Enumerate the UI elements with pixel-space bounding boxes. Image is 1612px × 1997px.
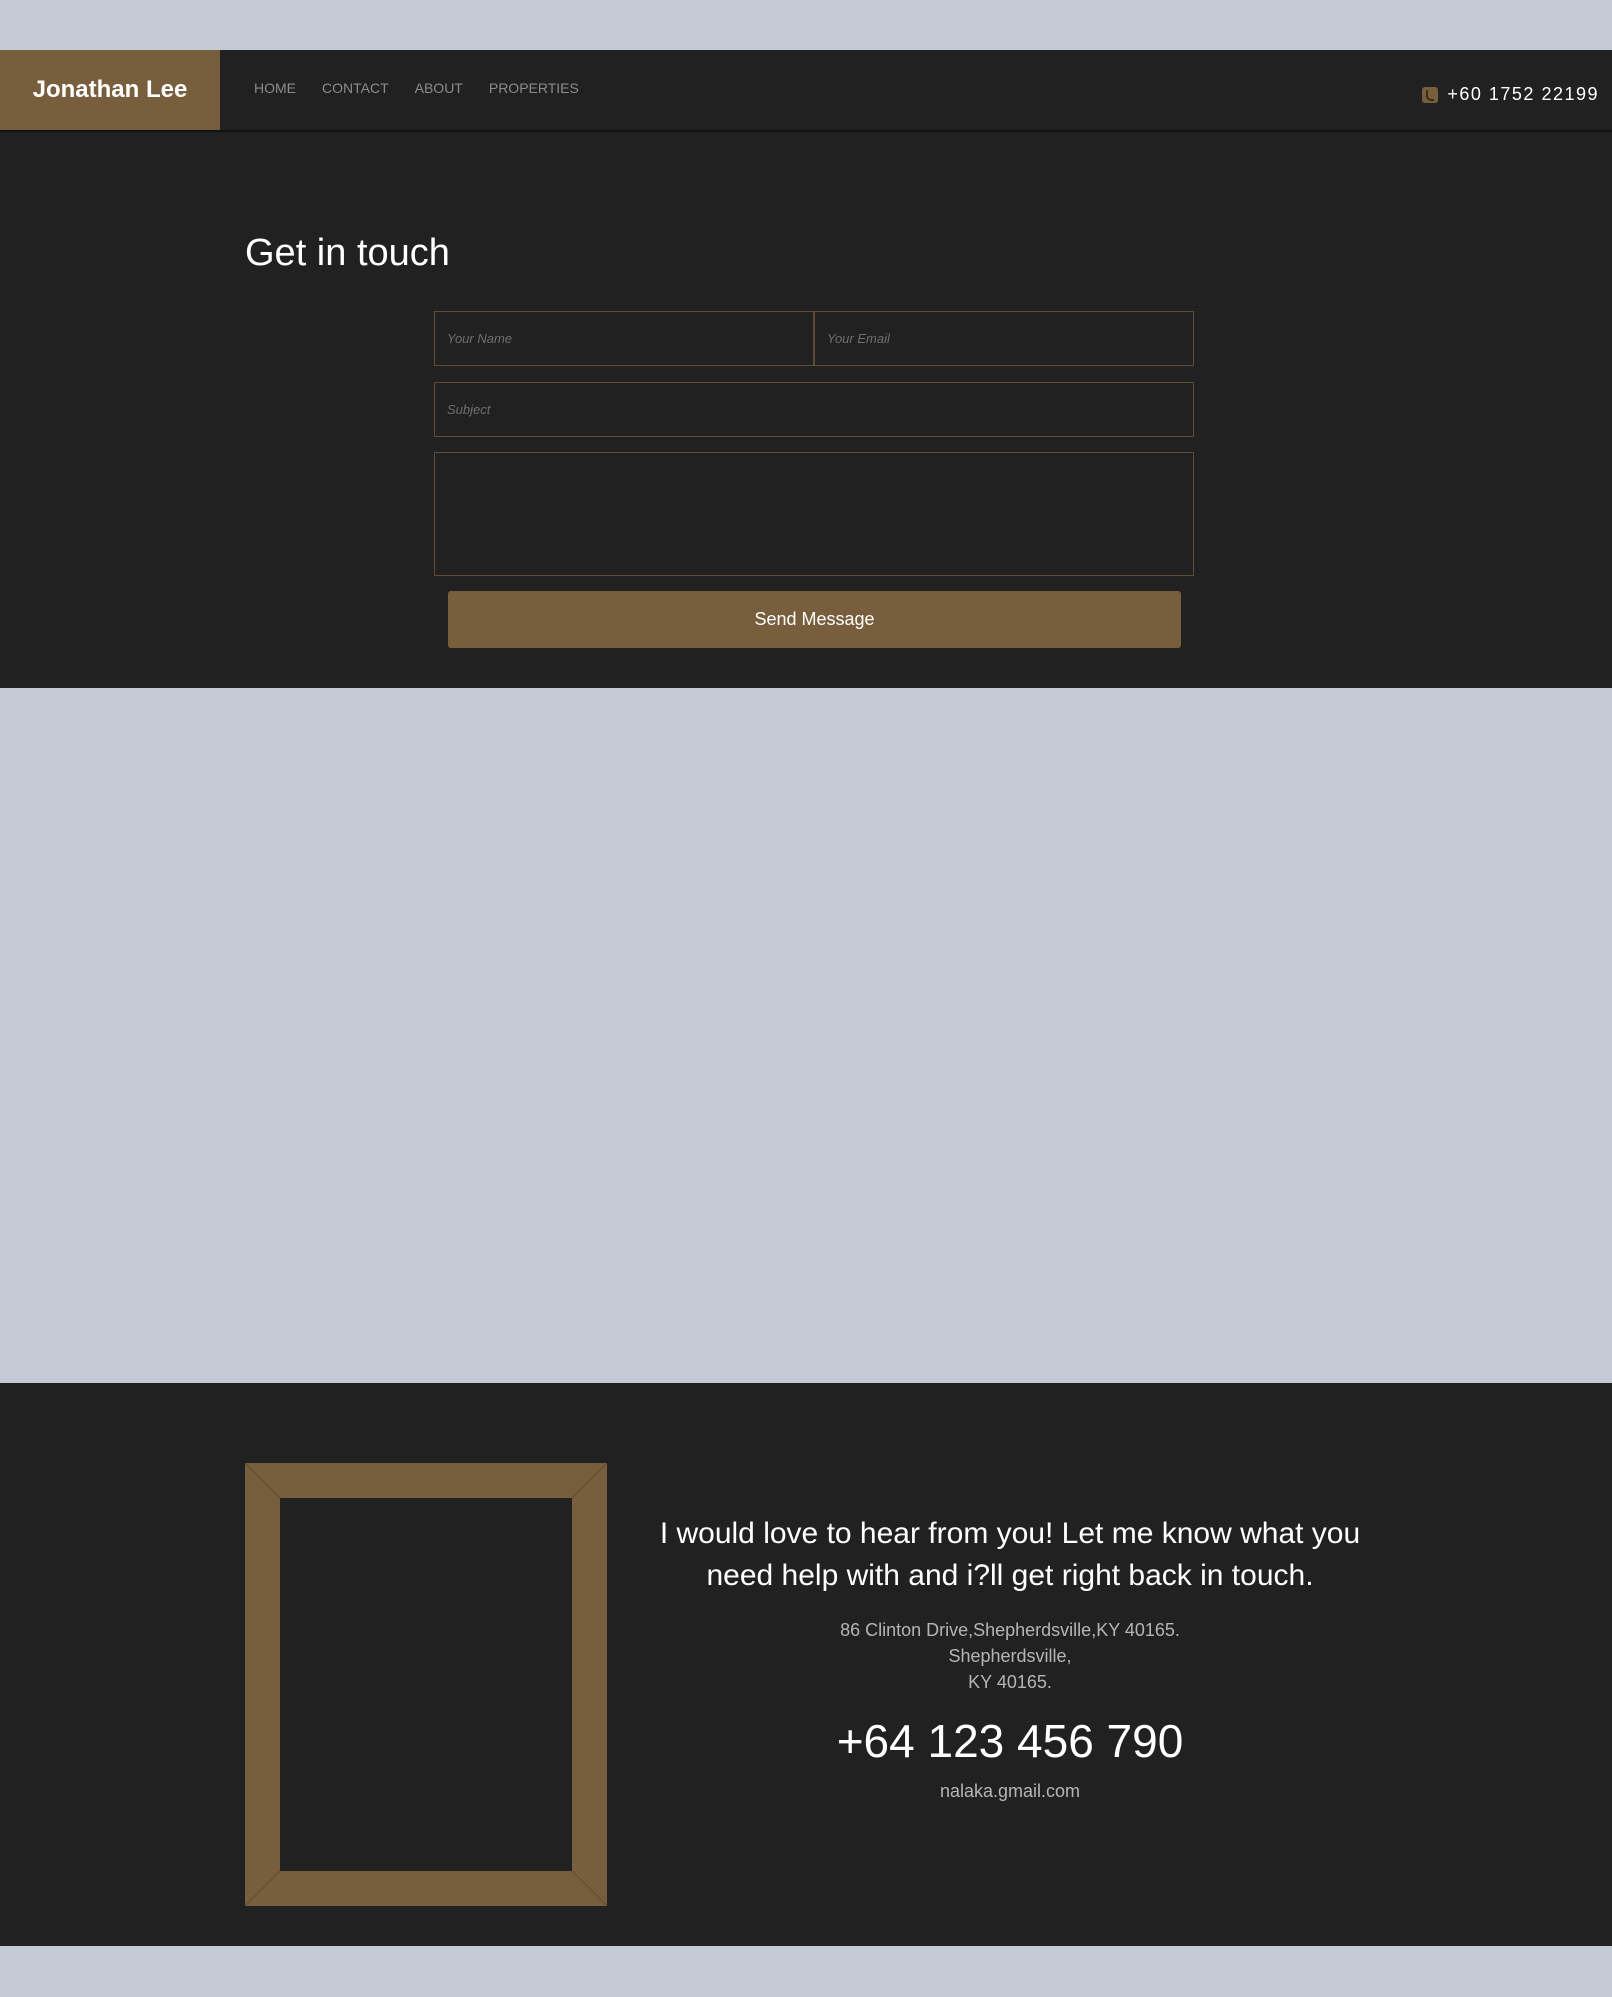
- footer-address: 86 Clinton Drive,Shepherdsville,KY 40165…: [640, 1617, 1380, 1695]
- header-phone[interactable]: +60 1752 22199: [1422, 84, 1599, 105]
- address-line-3: KY 40165.: [968, 1672, 1052, 1692]
- nav-properties[interactable]: PROPERTIES: [489, 80, 579, 96]
- subject-input[interactable]: [434, 382, 1194, 437]
- email-input[interactable]: [814, 311, 1194, 366]
- name-input[interactable]: [434, 311, 814, 366]
- frame-inner: [280, 1498, 572, 1871]
- footer-message: I would love to hear from you! Let me kn…: [659, 1517, 1361, 1592]
- address-line-2: Shepherdsville,: [948, 1646, 1072, 1666]
- header-phone-number: +60 1752 22199: [1447, 84, 1599, 104]
- contact-section: Get in touch Send Message: [0, 132, 1612, 688]
- send-message-button[interactable]: Send Message: [448, 591, 1181, 648]
- contact-title: Get in touch: [245, 232, 450, 274]
- footer-email[interactable]: nalaka.gmail.com: [640, 1781, 1380, 1802]
- main-nav: HOME CONTACT ABOUT PROPERTIES: [254, 80, 579, 96]
- footer-contact-info: I would love to hear from you! Let me kn…: [640, 1513, 1380, 1802]
- nav-home[interactable]: HOME: [254, 80, 296, 96]
- nav-contact[interactable]: CONTACT: [322, 80, 389, 96]
- footer-phone[interactable]: +64 123 456 790: [640, 1711, 1380, 1771]
- footer: I would love to hear from you! Let me kn…: [0, 1383, 1612, 1946]
- nav-about[interactable]: ABOUT: [415, 80, 463, 96]
- picture-frame: [245, 1463, 607, 1906]
- phone-icon: [1422, 86, 1439, 103]
- brand-logo[interactable]: Jonathan Lee: [0, 50, 220, 130]
- message-textarea[interactable]: [434, 452, 1194, 576]
- address-line-1: 86 Clinton Drive,Shepherdsville,KY 40165…: [840, 1620, 1180, 1640]
- navbar: Jonathan Lee HOME CONTACT ABOUT PROPERTI…: [0, 50, 1612, 132]
